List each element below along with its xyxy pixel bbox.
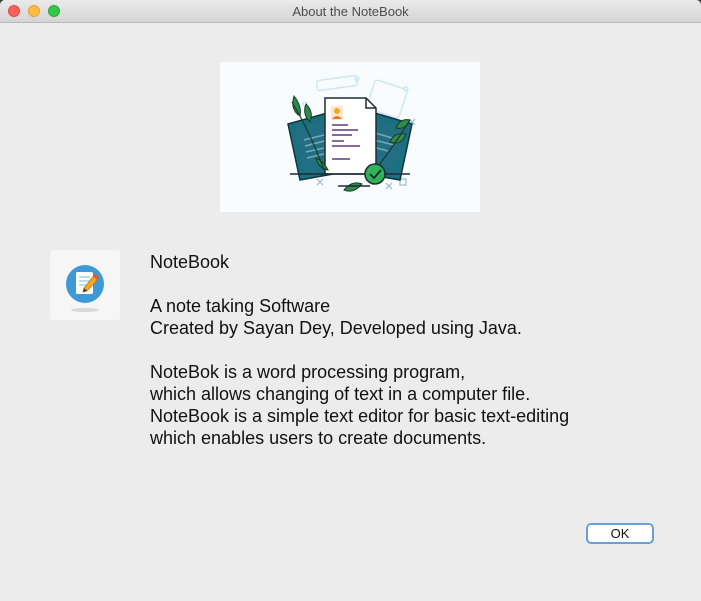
notebook-pencil-icon bbox=[66, 265, 104, 312]
description-line-4: which enables users to create documents. bbox=[150, 428, 487, 448]
app-icon bbox=[50, 250, 120, 320]
about-line-1: A note taking Software bbox=[150, 296, 331, 316]
about-window: About the NoteBook NoteBook A note takin… bbox=[0, 0, 701, 601]
about-line-2: Created by Sayan Dey, Developed using Ja… bbox=[150, 318, 522, 338]
description-line-3: NoteBook is a simple text editor for bas… bbox=[150, 406, 570, 426]
description-line-1: NoteBok is a word processing program, bbox=[150, 362, 466, 382]
document-illustration-icon bbox=[220, 62, 480, 212]
description-line-2: which allows changing of text in a compu… bbox=[150, 384, 531, 404]
title-bar: About the NoteBook bbox=[0, 0, 701, 23]
window-title: About the NoteBook bbox=[292, 4, 409, 19]
ok-button[interactable]: OK bbox=[586, 523, 654, 544]
app-name: NoteBook bbox=[150, 252, 230, 272]
